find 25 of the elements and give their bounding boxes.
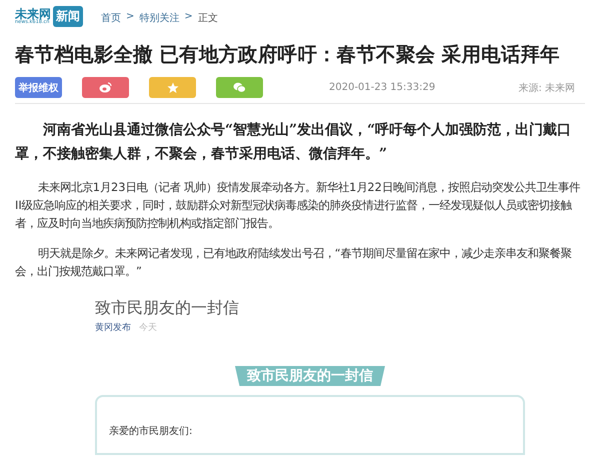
breadcrumb-link[interactable]: 特别关注 [139,11,180,25]
lead-paragraph: 河南省光山县通过微信公众号“智慧光山”发出倡议，“呼吁每个人加强防范，出门戴口罩，不接触密集人群，不聚会，春节采用电话、微信拜年。” [15,120,572,164]
logo-text: 未来网 [15,8,51,20]
letter-banner: 致市民朋友的一封信 [235,366,385,386]
wechat-icon [233,82,246,93]
breadcrumb-link[interactable]: 正文 [198,11,218,25]
body-paragraph: 未来网北京1月23日电（记者 巩帅）疫情发展牵动各方。新华社1月22日晚间消息，按照启动突发公共卫生事件II级应急响应的相关要求，同时，鼓励群众对新型冠状病毒感染的肺炎疫情进行监督，一经发现疑似人员或密切接触者，应及时向当地疾病预防控制机构或指定部门报告。 [15,179,582,232]
publish-date: 2020-01-23 15:33:29 [329,82,436,93]
report-button[interactable]: 举报维权 [15,77,62,98]
source-label: 来源: 未来网 [518,82,575,94]
breadcrumb-separator: > [184,11,193,24]
logo-badge: 新闻 [53,6,83,27]
body-paragraph: 明天就是除夕。未来网记者发现，已有地政府陆续发出号召，“春节期间尽量留在家中，减少走亲串友和聚餐聚会，出门按规范戴口罩。” [15,245,573,280]
breadcrumb-separator: > [126,11,134,24]
article-title: 春节档电影全撤 已有地方政府呼吁：春节不聚会 采用电话拜年 [15,42,561,68]
star-icon [166,82,178,94]
share-button[interactable] [149,77,196,98]
weibo-icon [99,82,112,93]
breadcrumb-link[interactable]: 首页 [101,11,121,25]
embed-time: 今天 [139,322,157,334]
share-button[interactable] [82,77,129,98]
letter-greeting: 亲爱的市民朋友们: [109,426,192,437]
embed-title: 致市民朋友的一封信 [95,298,240,319]
embed-author[interactable]: 黄冈发布 [95,321,131,334]
share-button[interactable] [216,77,263,98]
